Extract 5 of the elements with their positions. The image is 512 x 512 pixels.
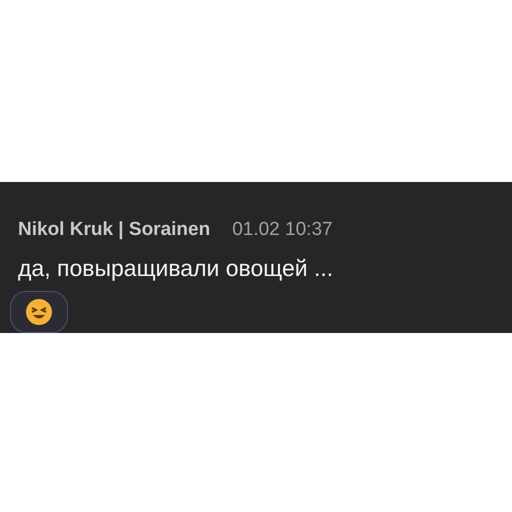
reaction-button[interactable] — [10, 291, 68, 333]
author-name: Nikol Kruk | Sorainen — [18, 218, 210, 242]
message-time: 01.02 10:37 — [232, 218, 333, 242]
laughing-emoji-icon — [25, 298, 53, 326]
message-text: да, повыращивали овощей ... — [18, 254, 334, 283]
